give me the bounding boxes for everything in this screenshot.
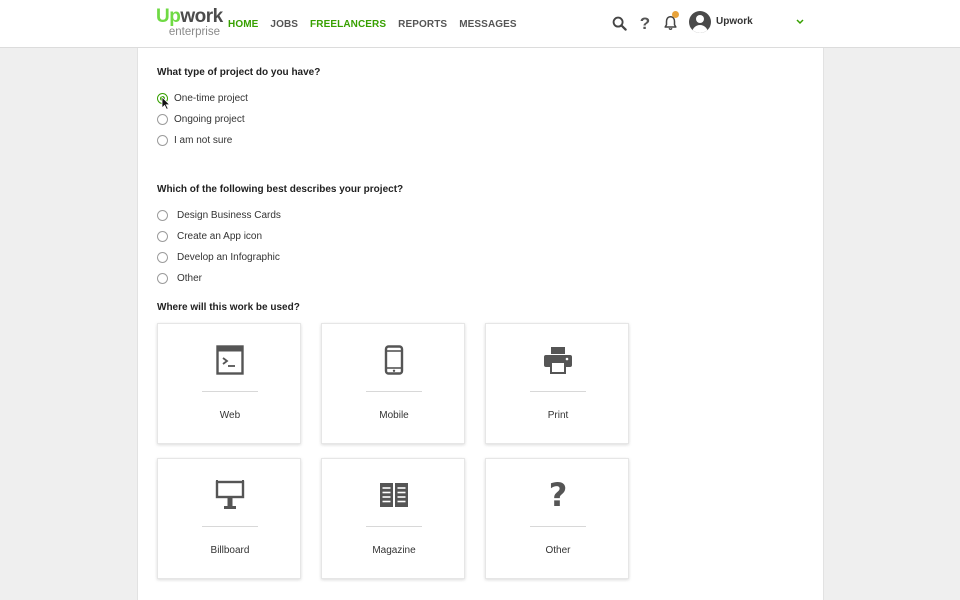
user-avatar[interactable] xyxy=(689,11,711,33)
project-type-question: What type of project do you have? xyxy=(157,67,321,78)
billboard-icon xyxy=(214,479,246,511)
question-mark-icon: ? xyxy=(548,476,568,514)
usage-question: Where will this work be used? xyxy=(157,302,300,313)
card-label: Other xyxy=(545,545,571,556)
radio-create-app-icon[interactable]: Create an App icon xyxy=(157,229,262,243)
printer-icon xyxy=(542,344,574,376)
browser-window-icon xyxy=(214,344,246,376)
card-label: Print xyxy=(547,410,569,421)
card-label: Web xyxy=(219,410,241,421)
radio-label: Create an App icon xyxy=(177,230,263,242)
radio-one-time-project[interactable]: One-time project xyxy=(157,91,248,105)
radio-design-business-cards[interactable]: Design Business Cards xyxy=(157,208,281,222)
radio-button[interactable] xyxy=(157,209,168,221)
notification-badge xyxy=(672,11,679,18)
radio-button[interactable] xyxy=(157,272,168,284)
radio-ongoing-project[interactable]: Ongoing project xyxy=(157,112,245,126)
nav-messages[interactable]: MESSAGES xyxy=(459,19,516,30)
radio-button[interactable] xyxy=(157,92,168,104)
card-label: Billboard xyxy=(210,545,250,556)
radio-label: Other xyxy=(177,272,203,284)
project-description-question: Which of the following best describes yo… xyxy=(157,184,404,195)
nav-freelancers[interactable]: FREELANCERS xyxy=(310,19,386,30)
user-name[interactable]: Upwork xyxy=(716,16,753,27)
card-label: Magazine xyxy=(372,545,416,556)
logo-brand-rest: work xyxy=(180,6,223,27)
usage-card-print[interactable]: Print xyxy=(485,323,629,444)
logo-subtitle: enterprise xyxy=(168,26,220,38)
nav-jobs[interactable]: JOBS xyxy=(270,19,298,30)
radio-label: Develop an Infographic xyxy=(177,251,280,263)
help-glyph: ? xyxy=(639,13,651,33)
upwork-enterprise-logo[interactable]: Upwork enterprise xyxy=(156,6,223,42)
radio-button[interactable] xyxy=(157,134,168,146)
radio-label: Ongoing project xyxy=(174,113,245,125)
radio-button[interactable] xyxy=(157,230,168,242)
magazine-icon xyxy=(378,479,410,511)
chevron-down-icon[interactable] xyxy=(793,14,807,28)
radio-label: One-time project xyxy=(174,92,248,104)
radio-button[interactable] xyxy=(157,113,168,125)
logo-brand-up: Up xyxy=(156,6,181,27)
nav-home[interactable]: HOME xyxy=(228,19,258,30)
radio-label: Design Business Cards xyxy=(177,209,281,221)
usage-card-web[interactable]: Web xyxy=(157,323,301,444)
top-navbar: Upwork enterprise HOME JOBS FREELANCERS … xyxy=(0,0,960,48)
card-label: Mobile xyxy=(379,410,409,421)
usage-card-other[interactable]: ? Other xyxy=(485,458,629,579)
usage-card-mobile[interactable]: Mobile xyxy=(321,323,465,444)
bell-icon[interactable] xyxy=(659,11,681,34)
main-nav: HOME JOBS FREELANCERS REPORTS MESSAGES xyxy=(228,0,529,48)
mobile-phone-icon xyxy=(378,344,410,376)
usage-card-magazine[interactable]: Magazine xyxy=(321,458,465,579)
radio-button[interactable] xyxy=(157,251,168,263)
search-icon[interactable] xyxy=(608,12,630,34)
radio-label: I am not sure xyxy=(174,134,233,146)
nav-reports[interactable]: REPORTS xyxy=(398,19,447,30)
help-icon[interactable]: ? xyxy=(634,12,656,34)
radio-other[interactable]: Other xyxy=(157,271,202,285)
radio-not-sure[interactable]: I am not sure xyxy=(157,133,232,147)
usage-card-billboard[interactable]: Billboard xyxy=(157,458,301,579)
radio-develop-infographic[interactable]: Develop an Infographic xyxy=(157,250,280,264)
